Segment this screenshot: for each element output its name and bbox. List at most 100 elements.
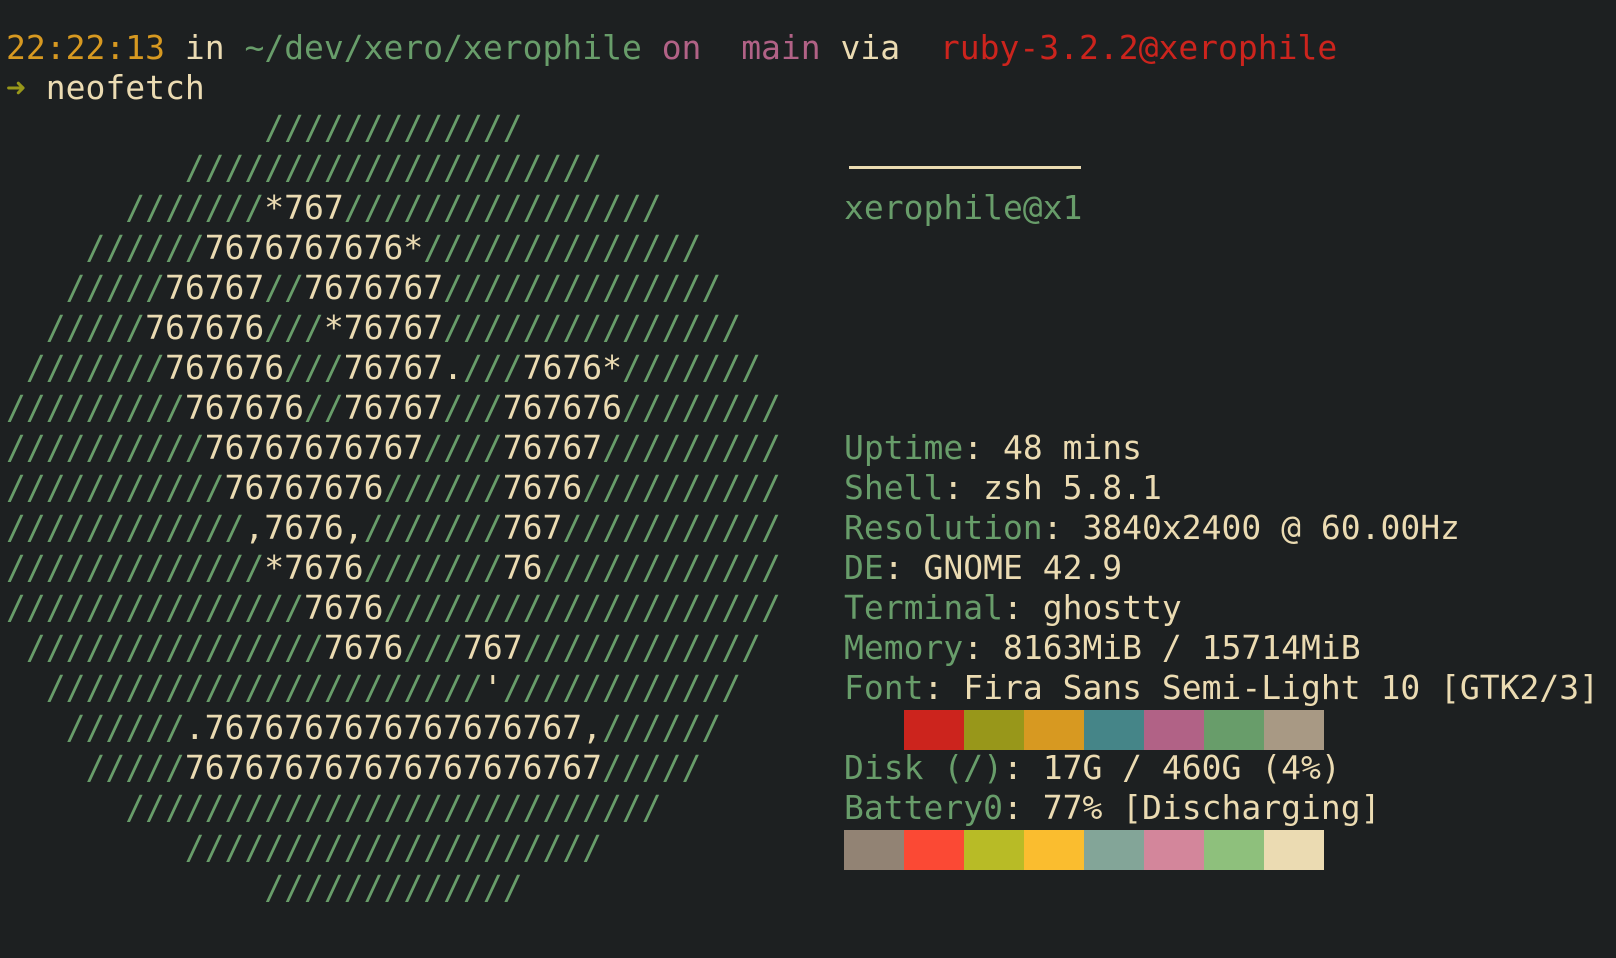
logo-slashes: /// [443, 388, 503, 427]
logo-slashes: ///////////// [6, 548, 265, 587]
color-swatch [1204, 830, 1264, 870]
logo-slashes: /// [463, 348, 523, 387]
info-key: DE [844, 548, 884, 587]
logo-digits: 767676 [184, 388, 305, 427]
logo-digits: *7676 [264, 548, 364, 587]
logo-slashes: ////////////// [423, 228, 702, 267]
logo-line: /////////////////////////// [6, 788, 781, 828]
title-underline [849, 166, 1081, 169]
info-row: Uptime: 48 mins [844, 428, 1599, 468]
logo-slashes: /////// [363, 508, 503, 547]
logo-slashes: // [264, 268, 305, 307]
color-swatch [1204, 710, 1264, 750]
logo-digits: 76 [502, 548, 543, 587]
logo-digits: 76767676767 [204, 428, 424, 467]
logo-slashes: /////// [363, 548, 503, 587]
logo-digits: 76767 [502, 428, 603, 467]
logo-slashes: ////// [6, 708, 185, 747]
logo-slashes: //////////// [6, 508, 245, 547]
logo-line: ///////*767//////////////// [6, 188, 781, 228]
logo-slashes: ////// [6, 228, 205, 267]
logo-line: /////////767676//76767///767676//////// [6, 388, 781, 428]
prompt-arrow-icon: ➜ [6, 68, 26, 107]
info-colon: : [1042, 508, 1083, 547]
prompt-via-word: via [840, 28, 901, 67]
logo-digits: 76767676 [224, 468, 384, 507]
logo-slashes: ///// [6, 748, 185, 787]
logo-slashes: ///// [6, 268, 165, 307]
logo-digits: 767 [502, 508, 563, 547]
logo-digits: 767676 [502, 388, 622, 427]
info-row: DE: GNOME 42.9 [844, 548, 1599, 588]
logo-digits: 7676 [502, 468, 583, 507]
logo-digits: 7676767676* [204, 228, 424, 267]
logo-line: ///////////////7676///767//////////// [6, 628, 781, 668]
info-value: ghostty [1042, 588, 1182, 627]
logo-slashes: ////// [383, 468, 503, 507]
info-colon: : [1002, 588, 1043, 627]
logo-digits: 76767 [343, 388, 444, 427]
logo-line: ///////////////////// [6, 828, 781, 868]
logo-digits: *76767 [323, 308, 444, 347]
logo-slashes: ////////// [582, 468, 781, 507]
info-colon: : [963, 428, 1003, 467]
info-title: xerophile@x1 [844, 188, 1599, 228]
logo-line: ////////////,7676,///////767/////////// [6, 508, 781, 548]
logo-slashes: ////////////////////// [6, 668, 483, 707]
color-swatch [1084, 830, 1144, 870]
info-colon: : [883, 548, 924, 587]
logo-digits: 76767. [343, 348, 463, 387]
terminal-window[interactable]: 22:22:13 in ~/dev/xero/xerophile on main… [0, 0, 1616, 958]
logo-line: ///////////76767676//////7676////////// [6, 468, 781, 508]
color-swatch [1084, 710, 1144, 750]
info-value: 48 mins [1002, 428, 1143, 467]
logo-digits: 7676* [522, 348, 622, 387]
color-swatch [1264, 710, 1324, 750]
logo-line: ///////////////7676//////////////////// [6, 588, 781, 628]
color-palette-row-normal [844, 710, 1324, 750]
color-swatch [904, 710, 964, 750]
logo-slashes: /////// [6, 348, 165, 387]
logo-slashes: /////////// [562, 508, 781, 547]
logo-slashes: /////////////////////////// [6, 788, 662, 827]
logo-slashes: ///// [602, 748, 702, 787]
logo-slashes: /// [284, 348, 344, 387]
logo-slashes: ///////////////////// [6, 828, 603, 867]
color-swatch [844, 710, 904, 750]
logo-slashes: //////// [621, 388, 781, 427]
info-row: Terminal: ghostty [844, 588, 1599, 628]
info-key: Resolution [844, 508, 1043, 547]
logo-slashes: /////// [621, 348, 762, 387]
logo-digits: 767 [462, 628, 523, 667]
logo-line: /////767676767676767676767///// [6, 748, 781, 788]
logo-digits: 7676 [323, 628, 404, 667]
logo-slashes: // [304, 388, 344, 427]
color-swatch [1024, 710, 1084, 750]
prompt-time: 22:22:13 [6, 28, 165, 67]
logo-slashes: //////////////////// [383, 588, 781, 627]
logo-line: ///////////////////// [6, 148, 781, 188]
logo-digits: 7676767 [304, 268, 444, 307]
prompt-ruby-version: ruby-3.2.2@xerophile [939, 28, 1338, 67]
logo-line: ///////////// [6, 108, 781, 148]
distro-ascii-logo: ///////////// ///////////////////// ////… [6, 108, 781, 908]
logo-digits: 767676 [145, 308, 265, 347]
logo-line: /////767676///*76767/////////////// [6, 308, 781, 348]
logo-line: //////////////////////'//////////// [6, 668, 781, 708]
info-value: GNOME 42.9 [923, 548, 1123, 587]
prompt-in-word: in [184, 28, 225, 67]
color-swatch [1024, 830, 1084, 870]
logo-digits: 767676767676767676767 [184, 748, 603, 787]
logo-line: //////////76767676767////76767///////// [6, 428, 781, 468]
color-palette-row-bright [844, 830, 1324, 870]
info-key: Uptime [844, 428, 964, 467]
logo-slashes: //// [423, 428, 503, 467]
command-text: neofetch [45, 68, 205, 107]
logo-line: /////76767//7676767////////////// [6, 268, 781, 308]
info-row: Resolution: 3840x2400 @ 60.00Hz [844, 508, 1599, 548]
logo-slashes: ///////////// [6, 108, 523, 147]
logo-slashes: ///// [6, 308, 146, 347]
command-line[interactable]: ➜ neofetch [6, 68, 205, 108]
color-swatch [964, 830, 1024, 870]
color-swatch [1144, 830, 1204, 870]
